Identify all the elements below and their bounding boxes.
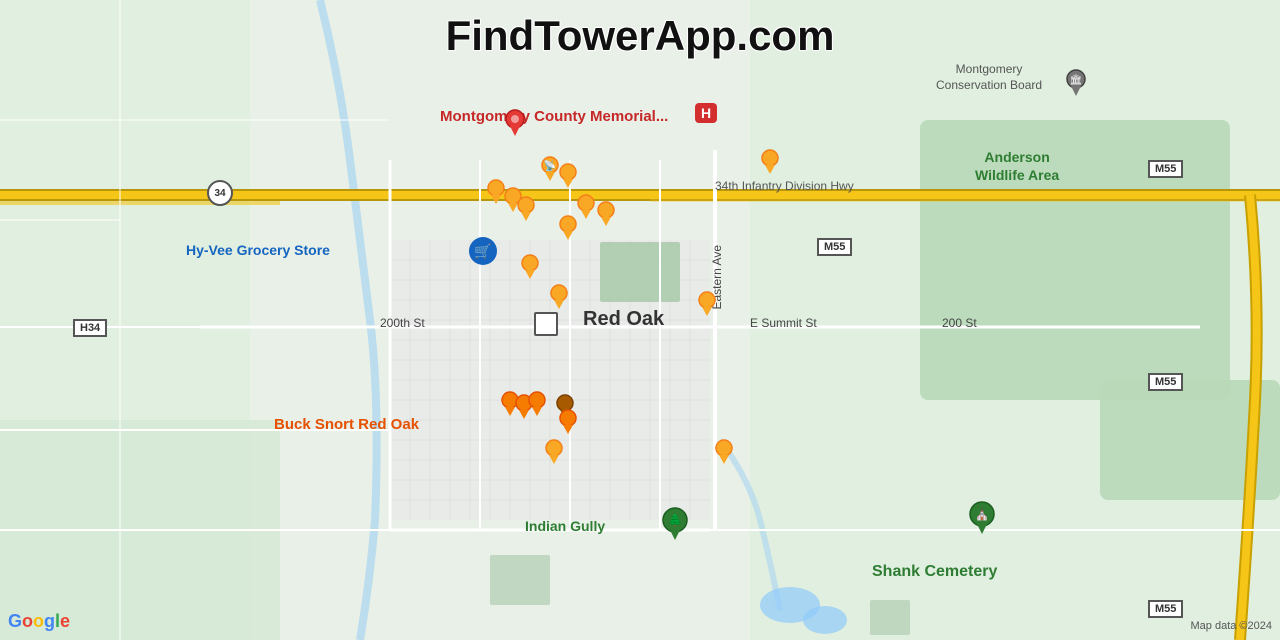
svg-text:📡: 📡 — [544, 159, 557, 172]
pin-orange-cluster-3[interactable] — [527, 390, 547, 421]
badge-m55-ne: M55 — [1148, 160, 1183, 178]
label-indian-gully: Indian Gully — [525, 518, 605, 534]
pin-tower-2[interactable] — [558, 162, 578, 193]
label-200-st: 200 St — [942, 316, 977, 330]
pin-indian-gully[interactable]: 🌲 — [661, 506, 689, 545]
site-title: FindTowerApp.com — [446, 12, 835, 60]
label-red-oak: Red Oak — [583, 308, 664, 331]
pin-tower-6[interactable] — [516, 195, 536, 226]
pin-montgomery-1[interactable] — [504, 108, 526, 141]
pin-tower-8[interactable] — [596, 200, 616, 231]
pin-tower-7[interactable] — [576, 193, 596, 224]
badge-m55-se: M55 — [1148, 373, 1183, 391]
svg-text:🏛: 🏛 — [1070, 74, 1083, 86]
label-infantry-hwy: 34th Infantry Division Hwy — [715, 179, 854, 193]
pin-tower-9[interactable] — [558, 214, 578, 245]
badge-m55-mid: M55 — [817, 238, 852, 256]
pin-tower-13[interactable] — [544, 438, 564, 469]
map-data-text: Map data ©2024 — [1191, 620, 1273, 632]
label-montgomery-county: Montgomery County Me​morial... — [440, 108, 668, 126]
badge-h34: H34 — [73, 319, 107, 337]
pin-tower-11[interactable] — [549, 283, 569, 314]
badge-m55-s: M55 — [1148, 600, 1183, 618]
pin-tower-3[interactable] — [760, 148, 780, 179]
pin-shopping[interactable]: 🛒 — [469, 237, 497, 265]
label-hy-vee: Hy-Vee Grocery Store — [186, 242, 330, 258]
label-anderson-wildlife: AndersonWildlife Area — [975, 148, 1059, 184]
pin-tower-12[interactable] — [697, 290, 717, 321]
label-shank-cemetery: Shank Cemetery — [872, 563, 997, 581]
map-container: FindTowerApp.com Montgomery County Me​mo… — [0, 0, 1280, 640]
pin-conservation[interactable]: 🏛 — [1065, 68, 1087, 101]
pin-cemetery[interactable]: ⛪ — [968, 500, 996, 539]
google-logo: Google — [8, 611, 70, 632]
label-buck-snort: Buck Snort Red Oak — [274, 416, 419, 433]
label-e-summit-st: E Summit St — [750, 316, 817, 330]
svg-text:🌲: 🌲 — [668, 513, 683, 527]
pin-hospital[interactable]: H — [695, 103, 717, 123]
pin-orange-cluster-5[interactable] — [558, 408, 578, 439]
pin-tower-10[interactable] — [520, 253, 540, 284]
svg-text:⛪: ⛪ — [975, 506, 990, 521]
label-conservation-board: MontgomeryConservation Board — [936, 62, 1042, 93]
badge-us34: 34 — [207, 180, 233, 206]
pin-tower-14[interactable] — [714, 438, 734, 469]
pin-tower-1[interactable]: 📡 — [540, 155, 560, 186]
label-200th-st: 200th St — [380, 316, 425, 330]
